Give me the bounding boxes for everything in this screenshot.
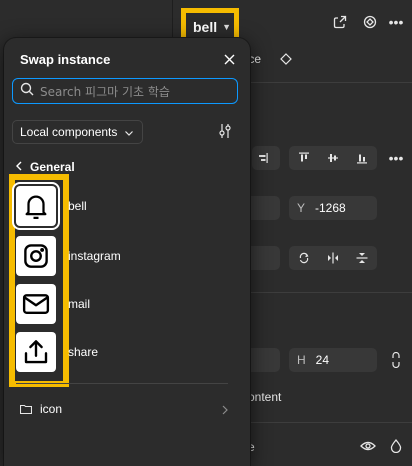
component-name: bell <box>68 199 87 213</box>
search-input[interactable]: Search 피그마 기초 학습 <box>12 78 238 104</box>
component-item[interactable]: instagram <box>4 233 250 279</box>
rotate-icon[interactable] <box>294 252 314 264</box>
filter-settings-icon[interactable] <box>214 120 236 142</box>
mail-icon[interactable] <box>16 284 56 324</box>
instagram-icon[interactable] <box>16 236 56 276</box>
detach-instance-icon[interactable] <box>330 12 350 32</box>
flip-horizontal-icon[interactable] <box>323 252 343 264</box>
flip-vertical-icon[interactable] <box>352 252 372 264</box>
library-select-label: Local components <box>20 125 118 139</box>
folder-icon <box>20 404 34 414</box>
component-item[interactable]: share <box>4 329 250 375</box>
component-item[interactable]: bell <box>4 183 250 229</box>
y-value: -1268 <box>315 201 346 215</box>
folder-item[interactable]: icon <box>4 398 250 420</box>
folder-name: icon <box>40 402 63 416</box>
chevron-left-icon[interactable] <box>16 160 22 174</box>
height-field[interactable]: H 24 <box>289 348 377 372</box>
component-name-dropdown[interactable]: bell ▼ <box>186 13 234 41</box>
search-icon <box>20 82 34 101</box>
more-options-icon[interactable]: ••• <box>386 12 406 32</box>
more-alignment-icon[interactable]: ••• <box>386 148 406 168</box>
y-position-field[interactable]: Y -1268 <box>289 196 377 220</box>
swap-instance-popover: Swap instance Search 피그마 기초 학습 Local com… <box>4 38 250 466</box>
vertical-align-group[interactable] <box>289 146 377 170</box>
search-placeholder: Search 피그마 기초 학습 <box>40 84 170 99</box>
h-value: 24 <box>315 353 330 367</box>
component-name: instagram <box>68 249 121 263</box>
component-name: share <box>68 345 99 359</box>
share-icon[interactable] <box>16 332 56 372</box>
chevron-down-icon <box>125 125 134 139</box>
component-name: mail <box>68 297 91 311</box>
align-right-button[interactable] <box>252 146 280 170</box>
transform-group[interactable] <box>289 246 377 270</box>
breadcrumb[interactable]: General <box>16 160 75 174</box>
y-label: Y <box>297 201 306 215</box>
align-bottom-icon[interactable] <box>352 152 372 164</box>
h-label: H <box>297 353 306 367</box>
component-item[interactable]: mail <box>4 281 250 327</box>
chevron-down-icon: ▼ <box>222 22 232 32</box>
fill-drop-icon[interactable] <box>386 436 406 456</box>
library-select[interactable]: Local components <box>12 120 143 144</box>
breadcrumb-label: General <box>30 160 75 174</box>
component-diamond-icon <box>276 49 296 69</box>
bell-icon[interactable] <box>16 186 56 226</box>
constrain-proportions-icon[interactable] <box>386 350 406 370</box>
align-middle-icon[interactable] <box>323 152 343 164</box>
popover-title: Swap instance <box>20 52 111 67</box>
go-to-main-component-icon[interactable] <box>360 12 380 32</box>
close-icon[interactable] <box>220 50 238 68</box>
eye-icon[interactable] <box>358 436 378 456</box>
divider <box>16 383 228 384</box>
chevron-right-icon <box>222 402 228 420</box>
align-top-icon[interactable] <box>294 152 314 164</box>
component-name: bell <box>193 19 218 35</box>
